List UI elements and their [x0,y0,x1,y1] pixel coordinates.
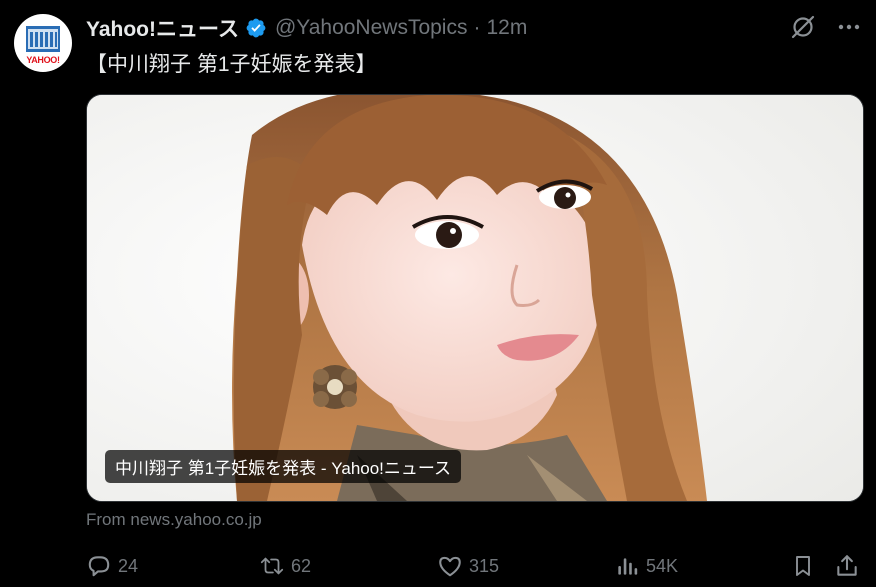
like-count: 315 [469,555,500,576]
repost-icon [259,553,285,579]
bookmark-icon [790,553,816,579]
avatar-logo-text: YAHOO! [26,55,60,65]
tweet-text: 【中川翔子 第1子妊娠を発表】 [86,53,377,76]
article-photo [87,95,863,501]
repost-button[interactable]: 62 [259,550,311,582]
views-icon [614,553,640,579]
repost-count: 62 [291,555,312,576]
grok-icon[interactable] [790,14,816,40]
like-button[interactable]: 315 [437,550,499,582]
author-name[interactable]: Yahoo!ニュース [86,13,239,43]
author-handle[interactable]: @YahooNewsTopics [275,16,468,40]
reply-count: 24 [118,555,139,576]
earring [313,365,357,409]
views-button[interactable]: 54K [614,550,678,582]
newspaper-logo-icon [26,26,60,52]
verified-badge-icon [246,18,266,38]
card-source[interactable]: From news.yahoo.co.jp [86,510,262,530]
avatar[interactable]: YAHOO! [14,14,72,72]
share-button[interactable] [834,550,860,582]
top-actions [790,14,862,40]
like-icon [437,553,463,579]
separator-dot: · [473,16,481,39]
views-count: 54K [646,555,679,576]
more-icon[interactable] [836,14,862,40]
reply-button[interactable]: 24 [86,550,138,582]
bookmark-button[interactable] [790,550,816,582]
share-icon [834,553,860,579]
timestamp[interactable]: 12m [486,16,527,40]
tweet-header: Yahoo!ニュース @YahooNewsTopics · 12m [86,14,527,42]
reply-icon [86,553,112,579]
card-title: 中川翔子 第1子妊娠を発表 - Yahoo!ニュース [105,450,462,483]
action-bar: 24 62 315 54K [86,550,866,582]
link-card[interactable]: 中川翔子 第1子妊娠を発表 - Yahoo!ニュース [86,94,864,502]
